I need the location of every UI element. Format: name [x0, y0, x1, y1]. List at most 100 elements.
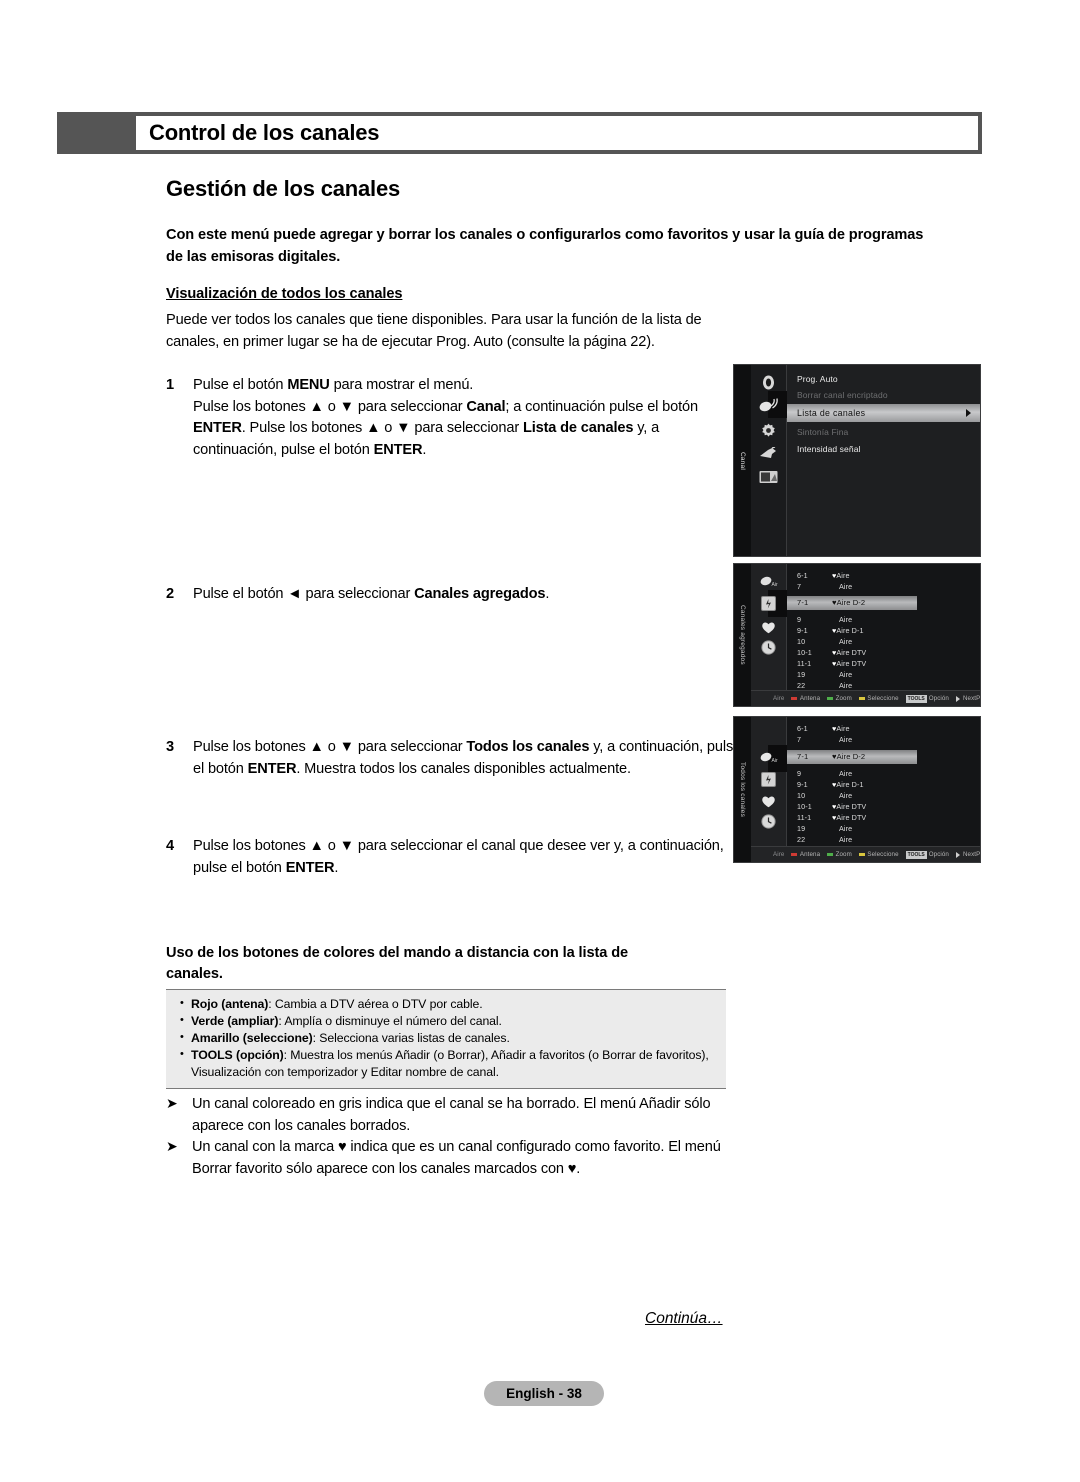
channel-number: 7-1: [797, 598, 809, 607]
red-button-hint[interactable]: Antena: [791, 695, 820, 702]
channel-number: 7: [797, 735, 802, 744]
channel-name: ♥Aire D-1: [832, 780, 864, 789]
table-row-selected[interactable]: 7-1 ♥Aire D-2: [787, 596, 917, 610]
next-program-hint[interactable]: NextProgram: [955, 695, 980, 702]
table-row[interactable]: 6-1 ♥Aire: [787, 723, 980, 735]
picture-icon: [758, 468, 779, 485]
table-row-selected[interactable]: 7-1 ♥Aire D-2: [787, 750, 917, 764]
green-button-hint[interactable]: Zoom: [827, 851, 852, 858]
table-row[interactable]: 19 Aire: [787, 823, 980, 835]
page-number-badge: English - 38: [484, 1381, 604, 1406]
source-label: Aire: [773, 695, 785, 702]
channel-name: Aire: [839, 735, 853, 744]
table-row[interactable]: 9 Aire: [787, 768, 980, 780]
page-header-title-box: Control de los canales: [136, 116, 978, 150]
chevron-right-icon: [966, 409, 971, 417]
tv-list-icon-rail: Air: [751, 717, 803, 862]
channel-number: 10-1: [797, 648, 812, 657]
tv-menu-tab: Canal: [734, 365, 751, 556]
channel-name: ♥Aire DTV: [832, 659, 867, 668]
table-row[interactable]: 22 Aire: [787, 834, 980, 846]
channel-name: Aire: [839, 769, 853, 778]
add-channel-icon: [758, 595, 779, 612]
tv-menu-item-intensidad-senal[interactable]: Intensidad señal: [797, 444, 861, 454]
tv-list-tab-added: Canales agregados: [734, 564, 751, 706]
step-text: Pulse el botón MENU para mostrar el menú…: [193, 377, 698, 458]
yellow-button-hint[interactable]: Seleccione: [858, 851, 899, 858]
color-buttons-heading: Uso de los botones de colores del mando …: [166, 945, 629, 982]
green-button-hint[interactable]: Zoom: [827, 695, 852, 702]
channel-number: 6-1: [797, 571, 808, 580]
channel-number: 9: [797, 769, 802, 778]
add-channel-icon: [758, 771, 779, 788]
table-row[interactable]: 7 Aire: [787, 581, 980, 593]
tv-menu-item-sintonia-fina[interactable]: Sintonía Fina: [797, 427, 848, 437]
tv-channel-list-added[interactable]: 6-1 ♥Aire 7 Aire 7-1 ♥Aire D-2 9 Aire 9-…: [787, 564, 980, 691]
note-text: Un canal con la marca ♥ indica que es un…: [192, 1139, 721, 1177]
channel-number: 19: [797, 670, 806, 679]
gear-icon: [758, 422, 779, 439]
channel-number: 7-1: [797, 752, 809, 761]
channel-name: Aire: [839, 824, 853, 833]
table-row[interactable]: 10-1 ♥Aire DTV: [787, 647, 980, 659]
page-title: Control de los canales: [149, 120, 380, 145]
note-item: ➤ Un canal coloreado en gris indica que …: [166, 1094, 741, 1137]
step-4: 4 Pulse los botones ▲ o ▼ para seleccion…: [166, 836, 736, 879]
channel-name: Aire: [839, 615, 853, 624]
yellow-button-hint[interactable]: Seleccione: [858, 695, 899, 702]
tv-channel-list-all[interactable]: 6-1 ♥Aire 7 Aire 7-1 ♥Aire D-2 9 Aire 9-…: [787, 717, 980, 847]
continued-label: Continúa…: [645, 1310, 723, 1327]
step-number: 2: [166, 586, 174, 602]
page-header-bar: Control de los canales: [57, 112, 982, 154]
arrow-bullet-icon: ➤: [166, 1138, 178, 1154]
tv-menu-item-prog-auto[interactable]: Prog. Auto: [797, 374, 838, 384]
yellow-button-icon: [858, 697, 865, 700]
play-triangle-icon: [955, 695, 960, 702]
tools-button-hint[interactable]: TOOLS Opción: [905, 850, 949, 859]
channel-name: Aire: [839, 835, 853, 844]
channel-number: 9-1: [797, 626, 808, 635]
next-program-hint[interactable]: NextProgram: [955, 851, 980, 858]
tv-list-tab-label: Todos los canales: [739, 761, 746, 818]
list-item: Rojo (antena): Cambia a DTV aérea o DTV …: [178, 995, 716, 1013]
table-row[interactable]: 10-1 ♥Aire DTV: [787, 801, 980, 813]
green-button-icon: [827, 853, 834, 856]
notes-block: ➤ Un canal coloreado en gris indica que …: [166, 1094, 741, 1180]
list-item: Verde (ampliar): Amplía o disminuye el n…: [178, 1012, 716, 1030]
table-row[interactable]: 9 Aire: [787, 614, 980, 626]
section-paragraph: Puede ver todos los canales que tiene di…: [166, 312, 702, 350]
antenna-icon: Air: [758, 748, 779, 765]
table-row[interactable]: 6-1 ♥Aire: [787, 570, 980, 582]
channel-name: Aire: [839, 681, 853, 690]
table-row[interactable]: 9-1 ♥Aire D-1: [787, 625, 980, 637]
step-text: Pulse los botones ▲ o ▼ para seleccionar…: [193, 838, 724, 876]
heart-icon: [758, 793, 779, 810]
tv-menu-tab-label: Canal: [739, 451, 746, 470]
clock-icon: [758, 639, 779, 656]
table-row[interactable]: 10 Aire: [787, 636, 980, 648]
step-2: 2 Pulse el botón ◄ para seleccionar Cana…: [166, 584, 736, 606]
channel-number: 19: [797, 824, 806, 833]
tv-menu-panel: Prog. Auto Borrar canal encriptado Lista…: [787, 365, 980, 556]
table-row[interactable]: 10 Aire: [787, 790, 980, 802]
tv-bottom-help-bar: Aire Antena Zoom Seleccione TOOLS Opción …: [751, 690, 980, 706]
channel-number: 7: [797, 582, 802, 591]
section-intro: Con este menú puede agregar y borrar los…: [166, 227, 924, 265]
table-row[interactable]: 11-1 ♥Aire DTV: [787, 658, 980, 670]
plug-icon: [758, 445, 779, 462]
section-heading: Gestión de los canales: [166, 176, 401, 201]
tools-button-hint[interactable]: TOOLS Opción: [905, 694, 949, 703]
table-row[interactable]: 11-1 ♥Aire DTV: [787, 812, 980, 824]
channel-number: 22: [797, 681, 806, 690]
tv-menu-item-borrar-canal-encriptado[interactable]: Borrar canal encriptado: [797, 390, 888, 400]
table-row[interactable]: 9-1 ♥Aire D-1: [787, 779, 980, 791]
red-button-icon: [791, 697, 798, 700]
channel-name: Aire: [839, 670, 853, 679]
tv-menu-item-lista-de-canales[interactable]: Lista de canales: [787, 404, 980, 422]
channel-name: ♥Aire D-1: [832, 626, 864, 635]
table-row[interactable]: 19 Aire: [787, 669, 980, 681]
red-button-hint[interactable]: Antena: [791, 851, 820, 858]
table-row[interactable]: 7 Aire: [787, 734, 980, 746]
channel-name: Aire: [839, 582, 853, 591]
tv-menu-icon-rail: [751, 365, 803, 556]
